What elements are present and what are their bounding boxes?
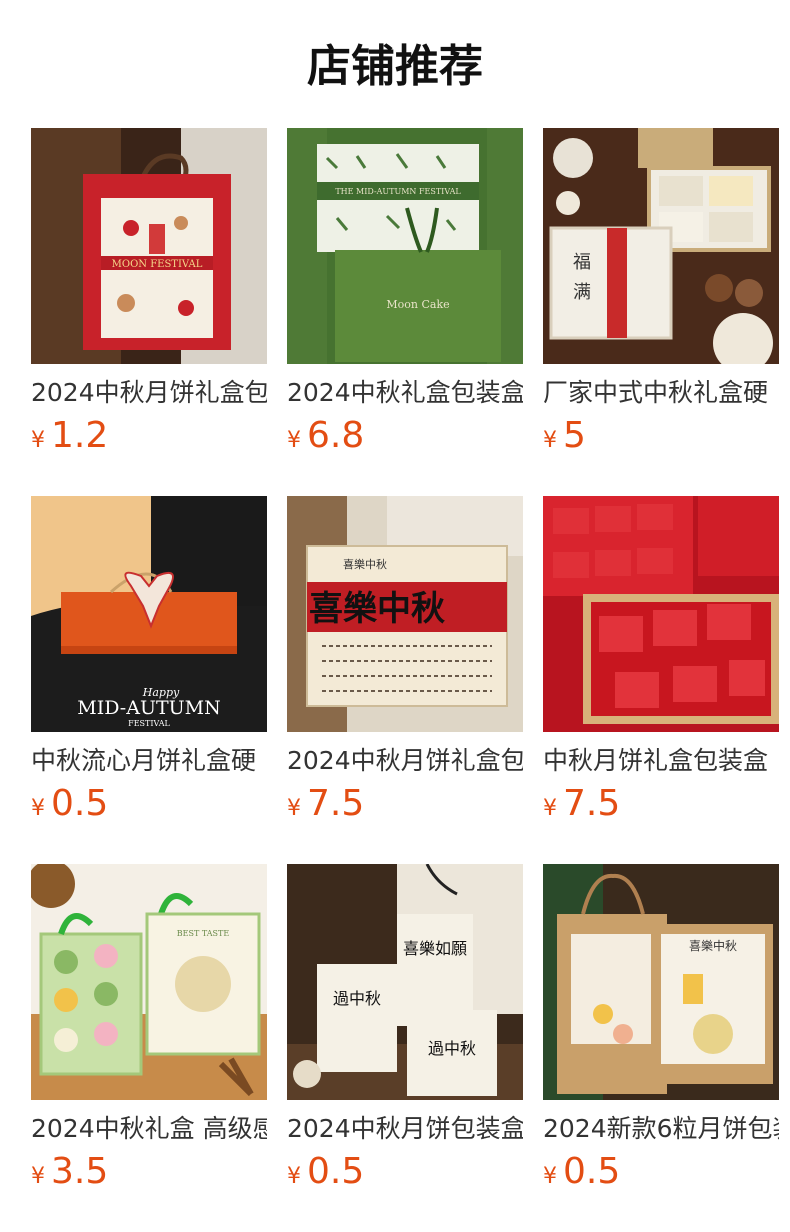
guo-zhongqiu-text-2: 過中秋	[428, 1039, 476, 1058]
price-value: 6.8	[307, 415, 365, 456]
product-price: ¥3.5	[31, 1150, 267, 1194]
product-price: ¥7.5	[287, 782, 523, 826]
price-value: 0.5	[307, 1151, 365, 1192]
product-price: ¥0.5	[543, 1150, 779, 1194]
price-value: 0.5	[563, 1151, 621, 1192]
currency-symbol: ¥	[31, 428, 45, 453]
product-image[interactable]: 喜樂中秋	[543, 864, 779, 1100]
product-name[interactable]: 2024中秋礼盒 高级感	[31, 1114, 267, 1144]
page-title: 店铺推荐	[307, 41, 483, 92]
product-card[interactable]: MID-AUTUMN FESTIVAL Happy 中秋流心月饼礼盒硬 ¥0.5	[31, 496, 267, 826]
product-price: ¥0.5	[31, 782, 267, 826]
price-value: 7.5	[307, 783, 365, 824]
price-value: 7.5	[563, 783, 621, 824]
price-value: 5	[563, 415, 586, 456]
guo-zhongqiu-text: 過中秋	[333, 989, 381, 1008]
product-card[interactable]: MOON FESTIVAL 2024中秋月饼礼盒包装 ¥1.2	[31, 128, 267, 458]
product-image[interactable]: BEST TASTE	[31, 864, 267, 1100]
xile-zhongqiu-small: 喜樂中秋	[343, 557, 387, 571]
product-image[interactable]: 福 满	[543, 128, 779, 364]
product-price: ¥6.8	[287, 414, 523, 458]
product-name[interactable]: 2024中秋月饼礼盒包	[287, 746, 523, 776]
product-name[interactable]: 厂家中式中秋礼盒硬	[543, 378, 779, 408]
currency-symbol: ¥	[287, 428, 301, 453]
price-value: 3.5	[51, 1151, 109, 1192]
svg-text:满: 满	[573, 282, 591, 303]
product-image[interactable]	[543, 496, 779, 732]
product-name[interactable]: 中秋流心月饼礼盒硬	[31, 746, 267, 776]
product-card[interactable]: 中秋月饼礼盒包装盒 ¥7.5	[543, 496, 779, 826]
product-card[interactable]: 福 满 厂家中式中秋礼盒硬 ¥5	[543, 128, 779, 458]
happy-text: Happy	[142, 686, 180, 699]
currency-symbol: ¥	[31, 796, 45, 821]
currency-symbol: ¥	[287, 1164, 301, 1189]
price-value: 0.5	[51, 783, 109, 824]
product-price: ¥1.2	[31, 414, 267, 458]
product-image[interactable]: THE MID-AUTUMN FESTIVAL Moon Cake	[287, 128, 523, 364]
product-card[interactable]: 喜樂中秋 2024新款6粒月饼包装 ¥0.5	[543, 864, 779, 1194]
moon-festival-text: MOON FESTIVAL	[112, 259, 203, 270]
product-card[interactable]: BEST TASTE 2024中秋礼盒 高级感 ¥3.5	[31, 864, 267, 1194]
festival-text: FESTIVAL	[128, 719, 170, 728]
product-price: ¥5	[543, 414, 779, 458]
product-price: ¥7.5	[543, 782, 779, 826]
product-name[interactable]: 中秋月饼礼盒包装盒	[543, 746, 779, 776]
product-image[interactable]: MOON FESTIVAL	[31, 128, 267, 364]
product-name[interactable]: 2024中秋月饼包装盒	[287, 1114, 523, 1144]
product-image[interactable]: MID-AUTUMN FESTIVAL Happy	[31, 496, 267, 732]
svg-text:福: 福	[573, 252, 591, 273]
currency-symbol: ¥	[543, 796, 557, 821]
product-image[interactable]: 過中秋 喜樂如願 過中秋	[287, 864, 523, 1100]
xile-zhongqiu-big: 喜樂中秋	[309, 589, 445, 629]
product-card[interactable]: THE MID-AUTUMN FESTIVAL Moon Cake 2024中秋…	[287, 128, 523, 458]
product-card[interactable]: 過中秋 喜樂如願 過中秋 2024中秋月饼包装盒 ¥0.5	[287, 864, 523, 1194]
mid-autumn-text: MID-AUTUMN	[77, 697, 220, 719]
xile-ruyuan-text: 喜樂如願	[403, 939, 467, 958]
currency-symbol: ¥	[287, 796, 301, 821]
product-image[interactable]: 喜樂中秋 喜樂中秋	[287, 496, 523, 732]
product-price: ¥0.5	[287, 1150, 523, 1194]
moon-cake-text: Moon Cake	[386, 298, 449, 311]
currency-symbol: ¥	[543, 1164, 557, 1189]
currency-symbol: ¥	[31, 1164, 45, 1189]
product-name[interactable]: 2024中秋礼盒包装盒	[287, 378, 523, 408]
best-taste-text: BEST TASTE	[177, 929, 230, 938]
product-name[interactable]: 2024中秋月饼礼盒包装	[31, 378, 267, 408]
currency-symbol: ¥	[543, 428, 557, 453]
xile-zhongqiu-kraft: 喜樂中秋	[689, 938, 737, 953]
mid-autumn-band-text: THE MID-AUTUMN FESTIVAL	[335, 187, 461, 196]
price-value: 1.2	[51, 415, 109, 456]
product-card[interactable]: 喜樂中秋 喜樂中秋 2024中秋月饼礼盒包 ¥7.5	[287, 496, 523, 826]
product-name[interactable]: 2024新款6粒月饼包装	[543, 1114, 779, 1144]
